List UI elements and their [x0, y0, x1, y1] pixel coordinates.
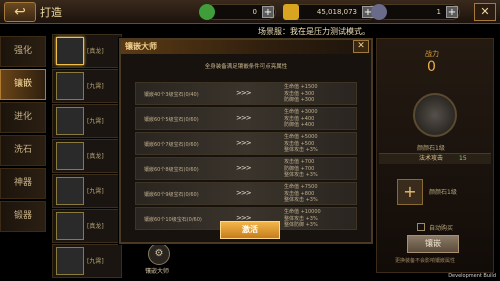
equipment-icon	[56, 37, 84, 65]
tier-attributes: 生命值 +3000 攻击值 +400 防御值 +400	[284, 109, 318, 128]
currency-gold: 45,018,073 +	[283, 4, 376, 20]
item-name: [真龙]	[87, 223, 104, 230]
equipment-icon	[56, 177, 84, 205]
attribute-bar: 法术攻击 15	[379, 153, 491, 164]
gold-ingot-icon	[283, 4, 299, 20]
embed-master-button[interactable]: ⚙	[148, 243, 170, 265]
tier-attributes: 生命值 +10000 整体攻击 +3% 整体防御 +3%	[284, 209, 321, 228]
close-page-button[interactable]: ✕	[474, 3, 496, 21]
gem-name: 颜颜石1级	[417, 145, 445, 152]
dev-build-label: Development Build	[448, 273, 496, 279]
equipment-icon	[56, 247, 84, 275]
tier-attributes: 生命值 +5000 攻击值 +500 整体攻击 +3%	[284, 134, 318, 153]
bonus-tier-row: 镶嵌60个8级宝石(0/60) >>> 攻击值 +700 防御值 +700 整体攻击…	[135, 157, 357, 180]
gem-panel: 战力 0 颜颜石1级 法术攻击 15 + 颜颜石1级 自动购买 镶嵌 更换装备不…	[376, 38, 494, 273]
bonus-tier-row: 镶嵌60个9级宝石(0/60) >>> 生命值 +7500 攻击值 +800 整体攻…	[135, 182, 357, 205]
list-item[interactable]: [九霄]	[52, 69, 122, 103]
list-item[interactable]: [真龙]	[52, 34, 122, 68]
tier-arrow: >>>	[236, 189, 252, 197]
power-label: 战力	[425, 50, 439, 58]
item-name: [真龙]	[87, 153, 104, 160]
side-tabs: 强化 镶嵌 进化 洗石 神器 锻器	[0, 36, 48, 234]
dialog-header: 镶嵌大师 ✕	[121, 40, 371, 54]
tab-evolve[interactable]: 进化	[0, 102, 46, 133]
item-name: [九霄]	[87, 83, 104, 90]
auto-buy-checkbox[interactable]	[417, 223, 425, 231]
bonus-tier-row: 镶嵌60个7级宝石(0/60) >>> 生命值 +5000 攻击值 +500 整体攻…	[135, 132, 357, 155]
dialog-close-button[interactable]: ✕	[353, 40, 369, 53]
tab-wash-stone[interactable]: 洗石	[0, 135, 46, 166]
gem-name-2: 颜颜石1级	[429, 189, 457, 196]
jade-icon	[199, 4, 215, 20]
top-bar: ↩ 打造 0 + 45,018,073 + 1 + ✕	[0, 0, 500, 24]
tab-embed[interactable]: 镶嵌	[0, 69, 46, 100]
embed-hint: 更换装备不会影响镶嵌属性	[395, 258, 456, 264]
tier-condition: 镶嵌60个9级宝石(0/60)	[144, 192, 199, 198]
item-name: [九霄]	[87, 118, 104, 125]
list-item[interactable]: [九霄]	[52, 244, 122, 278]
equipment-list: [真龙] [九霄] [九霄] [真龙] [九霄] [真龙] [九霄]	[52, 34, 122, 281]
embed-button[interactable]: 镶嵌	[407, 235, 459, 253]
attribute-label: 法术攻击	[419, 155, 444, 162]
tier-attributes: 生命值 +1500 攻击值 +300 防御值 +300	[284, 84, 318, 103]
item-name: [九霄]	[87, 188, 104, 195]
back-button[interactable]: ↩	[4, 2, 36, 22]
dialog-subtitle: 全身装备满足镶嵌条件可点亮属性	[204, 64, 288, 70]
list-item[interactable]: [真龙]	[52, 139, 122, 173]
power-value: 0	[427, 59, 436, 75]
equipment-icon	[56, 142, 84, 170]
tier-arrow: >>>	[236, 114, 252, 122]
tier-condition: 镶嵌60个10级宝石(0/60)	[144, 217, 202, 223]
dialog-title: 镶嵌大师	[125, 42, 157, 51]
tier-condition: 镶嵌60个8级宝石(0/60)	[144, 167, 199, 173]
page-title: 打造	[40, 6, 62, 19]
list-item[interactable]: [九霄]	[52, 104, 122, 138]
bonus-tier-row: 镶嵌60个5级宝石(0/60) >>> 生命值 +3000 攻击值 +400 防御值…	[135, 107, 357, 130]
tier-arrow: >>>	[236, 139, 252, 147]
equipment-icon	[56, 212, 84, 240]
tab-artifact[interactable]: 神器	[0, 168, 46, 199]
item-name: [九霄]	[87, 258, 104, 265]
jade-amount: 0	[252, 8, 257, 16]
tab-strengthen[interactable]: 强化	[0, 36, 46, 67]
activate-button[interactable]: 激活	[220, 221, 280, 239]
tier-condition: 镶嵌60个7级宝石(0/60)	[144, 142, 199, 148]
currency-silver: 1 +	[371, 4, 460, 20]
bonus-tier-row: 镶嵌40个3级宝石(0/40) >>> 生命值 +1500 攻击值 +300 防御值…	[135, 82, 357, 105]
embed-master-label: 镶嵌大师	[145, 268, 170, 275]
gold-amount: 45,018,073	[316, 8, 357, 16]
tier-arrow: >>>	[236, 89, 252, 97]
tier-condition: 镶嵌60个5级宝石(0/60)	[144, 117, 199, 123]
auto-buy-label: 自动购买	[429, 225, 454, 232]
add-jade-button[interactable]: +	[262, 6, 274, 18]
add-gem-slot[interactable]: +	[397, 179, 423, 205]
equipment-icon	[56, 72, 84, 100]
item-name: [真龙]	[87, 48, 104, 55]
tier-condition: 镶嵌40个3级宝石(0/40)	[144, 92, 199, 98]
list-item[interactable]: [九霄]	[52, 174, 122, 208]
add-silver-button[interactable]: +	[446, 6, 458, 18]
embed-master-dialog: 镶嵌大师 ✕ 全身装备满足镶嵌条件可点亮属性 镶嵌40个3级宝石(0/40) >…	[119, 38, 373, 244]
scene-server-notice: 场景服：我在是压力测试模式。	[258, 27, 370, 36]
silver-icon	[371, 4, 387, 20]
tier-arrow: >>>	[236, 164, 252, 172]
equipment-icon	[56, 107, 84, 135]
silver-amount: 1	[436, 8, 441, 16]
gem-display	[413, 93, 457, 137]
tier-attributes: 生命值 +7500 攻击值 +800 整体攻击 +3%	[284, 184, 318, 203]
list-item[interactable]: [真龙]	[52, 209, 122, 243]
bonus-tier-list: 镶嵌40个3级宝石(0/40) >>> 生命值 +1500 攻击值 +300 防御值…	[135, 82, 357, 232]
tab-forge[interactable]: 锻器	[0, 201, 46, 232]
attribute-count: 15	[459, 155, 467, 162]
tier-attributes: 攻击值 +700 防御值 +700 整体攻击 +3%	[284, 159, 318, 178]
currency-jade: 0 +	[199, 4, 276, 20]
